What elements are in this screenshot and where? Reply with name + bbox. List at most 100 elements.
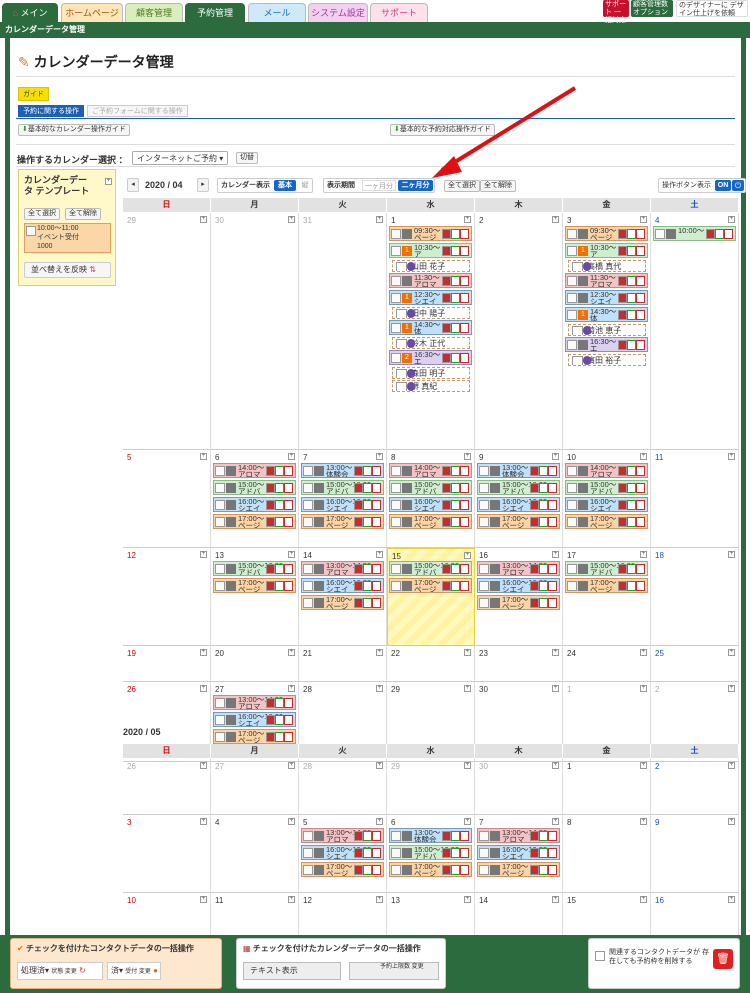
delete-icon[interactable]: [636, 310, 645, 320]
event-checkbox[interactable]: [303, 598, 313, 608]
event-actions[interactable]: [354, 581, 382, 591]
calendar-event[interactable]: 17:00～ ページ: [565, 514, 648, 529]
add-event-icon[interactable]: +: [200, 762, 207, 769]
link-icon[interactable]: [451, 246, 460, 256]
link-icon[interactable]: [275, 466, 284, 476]
calendar-day-cell[interactable]: 21 +: [299, 646, 387, 682]
add-event-icon[interactable]: +: [640, 453, 647, 460]
event-checkbox[interactable]: [567, 340, 577, 350]
delete-icon[interactable]: [460, 865, 469, 875]
event-actions[interactable]: [266, 564, 294, 574]
calendar-event[interactable]: 16:00～ シエイ: [565, 497, 648, 512]
link-icon[interactable]: [627, 517, 636, 527]
person-icon[interactable]: [530, 831, 539, 841]
delete-icon[interactable]: [548, 564, 557, 574]
person-icon[interactable]: [618, 276, 627, 286]
calendar-event[interactable]: 13:00～14:00 アロマ: [477, 561, 560, 576]
delete-icon[interactable]: [636, 229, 645, 239]
event-checkbox[interactable]: [567, 310, 577, 320]
link-icon[interactable]: [539, 517, 548, 527]
calendar-event[interactable]: 15:00～16:00 アドバ: [213, 561, 296, 576]
add-event-icon[interactable]: +: [728, 762, 735, 769]
person-icon[interactable]: [442, 246, 451, 256]
delete-icon[interactable]: [460, 466, 469, 476]
calendar-event[interactable]: 13:00～14:00 アロマ: [213, 695, 296, 710]
event-actions[interactable]: [354, 500, 382, 510]
event-actions[interactable]: [442, 500, 470, 510]
event-actions[interactable]: [442, 483, 470, 493]
add-event-icon[interactable]: +: [288, 896, 295, 903]
person-icon[interactable]: [618, 310, 627, 320]
display-basic[interactable]: 基本: [274, 180, 296, 191]
event-actions[interactable]: [442, 323, 470, 333]
received-select[interactable]: 済▾ 受付 変更 ●: [107, 962, 161, 980]
event-checkbox[interactable]: [391, 500, 401, 510]
link-icon[interactable]: [627, 310, 636, 320]
person-icon[interactable]: [442, 353, 451, 363]
tab-system[interactable]: システム設定: [308, 3, 368, 22]
calendar-event[interactable]: 15:00～ アドバ: [565, 480, 648, 495]
person-icon[interactable]: [442, 564, 451, 574]
person-icon[interactable]: [442, 466, 451, 476]
add-event-icon[interactable]: +: [288, 453, 295, 460]
template-item-checkbox[interactable]: [26, 226, 36, 236]
person-icon[interactable]: [266, 466, 275, 476]
link-icon[interactable]: [363, 483, 372, 493]
add-event-icon[interactable]: +: [200, 551, 207, 558]
event-checkbox[interactable]: [303, 865, 313, 875]
link-icon[interactable]: [363, 500, 372, 510]
link-icon[interactable]: [363, 517, 372, 527]
add-event-icon[interactable]: +: [200, 649, 207, 656]
add-event-icon[interactable]: +: [200, 896, 207, 903]
event-actions[interactable]: [530, 848, 558, 858]
calendar-day-cell[interactable]: 29 +: [387, 759, 475, 815]
add-event-icon[interactable]: +: [552, 453, 559, 460]
calendar-event[interactable]: 10:00～: [653, 226, 736, 241]
link-icon[interactable]: [627, 483, 636, 493]
delete-icon[interactable]: [460, 323, 469, 333]
delete-icon[interactable]: [372, 564, 381, 574]
event-checkbox[interactable]: [567, 466, 577, 476]
person-icon[interactable]: [530, 500, 539, 510]
delete-icon[interactable]: [372, 517, 381, 527]
calendar-event[interactable]: 16:00～16:00 シエイ: [301, 845, 384, 860]
calendar-day-cell[interactable]: 16 +: [651, 893, 739, 938]
event-checkbox[interactable]: [567, 564, 577, 574]
event-checkbox[interactable]: [391, 581, 401, 591]
add-event-icon[interactable]: +: [376, 685, 383, 692]
event-checkbox[interactable]: [479, 500, 489, 510]
delete-icon[interactable]: [636, 500, 645, 510]
event-actions[interactable]: [530, 500, 558, 510]
link-icon[interactable]: [363, 564, 372, 574]
event-actions[interactable]: [618, 310, 646, 320]
display-vertical[interactable]: 縦: [298, 180, 312, 191]
delete-icon[interactable]: [548, 483, 557, 493]
period-one-month[interactable]: 一ヶ月分: [362, 180, 396, 191]
calendar-event[interactable]: 12:30～ シエイ: [565, 290, 648, 305]
add-event-icon[interactable]: +: [200, 453, 207, 460]
text-display-button[interactable]: テキスト表示: [243, 962, 341, 980]
event-checkbox[interactable]: [479, 483, 489, 493]
delete-icon[interactable]: [636, 276, 645, 286]
person-icon[interactable]: [354, 598, 363, 608]
subtab-reservation-ops[interactable]: 予約に関する操作: [18, 105, 84, 117]
link-icon[interactable]: [451, 466, 460, 476]
calendar-event[interactable]: 17:00～ ページ: [301, 514, 384, 529]
link-icon[interactable]: [539, 466, 548, 476]
calendar-day-cell[interactable]: 26 +: [123, 759, 211, 815]
link-icon[interactable]: [451, 293, 460, 303]
delete-icon[interactable]: [284, 698, 293, 708]
person-icon[interactable]: [266, 517, 275, 527]
event-checkbox[interactable]: [215, 732, 225, 742]
person-icon[interactable]: [354, 848, 363, 858]
event-checkbox[interactable]: [215, 564, 225, 574]
add-event-icon[interactable]: +: [288, 649, 295, 656]
calendar-select[interactable]: インターネットご予約 ▾: [132, 151, 229, 165]
add-event-icon[interactable]: +: [376, 818, 383, 825]
link-icon[interactable]: [363, 581, 372, 591]
person-icon[interactable]: [354, 517, 363, 527]
event-checkbox[interactable]: [215, 581, 225, 591]
event-checkbox[interactable]: [391, 517, 401, 527]
event-actions[interactable]: [266, 581, 294, 591]
link-icon[interactable]: [539, 564, 548, 574]
